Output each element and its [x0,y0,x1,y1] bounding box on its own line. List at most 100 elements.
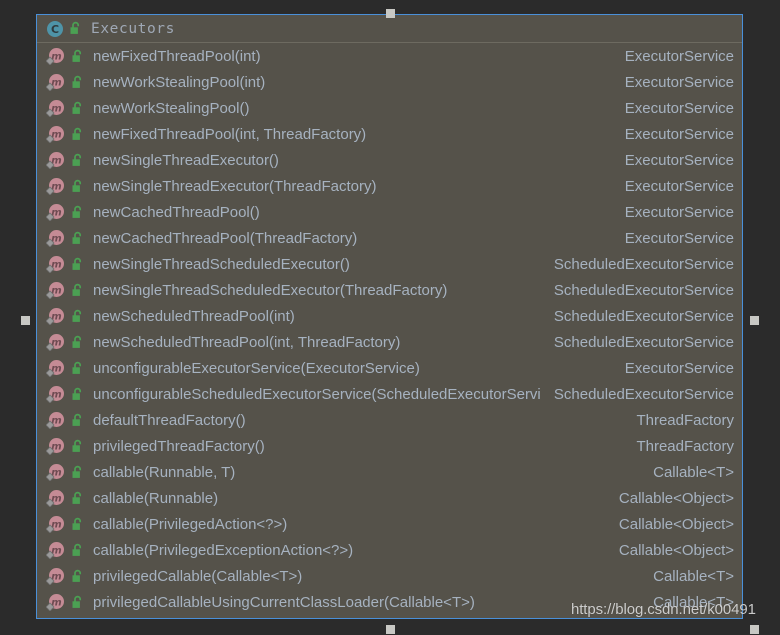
public-unlock-icon [71,49,84,64]
completion-item-type: ExecutorService [624,47,734,65]
completion-item[interactable]: m newScheduledThreadPool(int, ThreadFact… [37,329,742,355]
completion-item[interactable]: m newFixedThreadPool(int) ExecutorService [37,43,742,69]
completion-item[interactable]: m privilegedThreadFactory() ThreadFactory [37,433,742,459]
completion-item-type: ScheduledExecutorService [553,281,734,299]
completion-item[interactable]: m privilegedCallable(Callable<T>) Callabl… [37,563,742,589]
completion-item[interactable]: m newSingleThreadScheduledExecutor() Sche… [37,251,742,277]
completion-item-type: ExecutorService [624,203,734,221]
completion-item-label: newSingleThreadExecutor(ThreadFactory) [93,177,377,195]
method-icon: m [45,385,66,404]
public-unlock-icon [71,335,84,350]
public-unlock-icon [71,543,84,558]
completion-item[interactable]: m newWorkStealingPool(int) ExecutorServic… [37,69,742,95]
method-icon: m [45,411,66,430]
method-icon: m [45,229,66,248]
completion-item[interactable]: m newSingleThreadExecutor(ThreadFactory)… [37,173,742,199]
completion-item-label: newWorkStealingPool() [93,99,250,117]
method-icon: m [45,125,66,144]
completion-item[interactable]: m newSingleThreadScheduledExecutor(Threa… [37,277,742,303]
completion-item[interactable]: m unconfigurableScheduledExecutorService… [37,381,742,407]
public-unlock-icon [71,127,84,142]
method-icon: m [45,489,66,508]
popup-header-class-row[interactable]: C Executors [37,15,742,43]
completion-item[interactable]: m newFixedThreadPool(int, ThreadFactory)… [37,121,742,147]
class-c-icon: C [46,20,64,38]
completion-list[interactable]: m newFixedThreadPool(int) ExecutorService… [37,43,742,615]
completion-item[interactable]: m newCachedThreadPool() ExecutorService [37,199,742,225]
completion-item[interactable]: m callable(Runnable) Callable<Object> [37,485,742,511]
code-completion-popup[interactable]: C Executors m newFixedThreadPool(int) Exe… [36,14,743,619]
completion-item-type: ScheduledExecutorService [553,333,734,351]
public-unlock-icon [71,413,84,428]
completion-item[interactable]: m newSingleThreadExecutor() ExecutorServi… [37,147,742,173]
method-icon: m [45,281,66,300]
public-unlock-icon [71,231,84,246]
completion-item-type: Callable<T> [653,567,734,585]
completion-item-label: newCachedThreadPool() [93,203,260,221]
public-unlock-icon [71,569,84,584]
completion-item-label: defaultThreadFactory() [93,411,246,429]
completion-item-label: newScheduledThreadPool(int, ThreadFactor… [93,333,401,351]
completion-item[interactable]: m newScheduledThreadPool(int) ScheduledEx… [37,303,742,329]
completion-item-type: Callable<Object> [618,489,734,507]
public-unlock-icon [71,491,84,506]
method-icon: m [45,567,66,586]
public-unlock-icon [71,439,84,454]
completion-item-type: ExecutorService [624,151,734,169]
method-icon: m [45,255,66,274]
public-unlock-icon [69,21,82,36]
method-icon: m [45,333,66,352]
completion-item-type: ThreadFactory [636,411,734,429]
completion-item-label: newSingleThreadScheduledExecutor(ThreadF… [93,281,448,299]
completion-item-label: newFixedThreadPool(int, ThreadFactory) [93,125,367,143]
public-unlock-icon [71,465,84,480]
completion-item-label: callable(PrivilegedAction<?>) [93,515,288,533]
method-icon: m [45,73,66,92]
method-icon: m [45,47,66,66]
method-icon: m [45,463,66,482]
public-unlock-icon [71,101,84,116]
completion-item[interactable]: m newCachedThreadPool(ThreadFactory) Exec… [37,225,742,251]
completion-item-label: callable(Runnable, T) [93,463,236,481]
public-unlock-icon [71,361,84,376]
public-unlock-icon [71,75,84,90]
method-icon: m [45,593,66,612]
completion-item-type: ExecutorService [624,177,734,195]
completion-item[interactable]: m callable(Runnable, T) Callable<T> [37,459,742,485]
method-icon: m [45,359,66,378]
completion-item-type: Callable<T> [653,593,734,611]
completion-item[interactable]: m callable(PrivilegedExceptionAction<?>)… [37,537,742,563]
public-unlock-icon [71,387,84,402]
resize-handle-bottom-right[interactable] [750,625,759,634]
completion-item-type: ScheduledExecutorService [553,255,734,273]
completion-item-label: newSingleThreadScheduledExecutor() [93,255,350,273]
resize-handle-left[interactable] [21,316,30,325]
completion-item[interactable]: m defaultThreadFactory() ThreadFactory [37,407,742,433]
public-unlock-icon [71,205,84,220]
completion-item[interactable]: m callable(PrivilegedAction<?>) Callable<… [37,511,742,537]
public-unlock-icon [71,309,84,324]
method-icon: m [45,177,66,196]
completion-item-label: callable(Runnable) [93,489,219,507]
completion-item-label: privilegedThreadFactory() [93,437,265,455]
screen: C Executors m newFixedThreadPool(int) Exe… [0,0,780,635]
completion-item[interactable]: m privilegedCallableUsingCurrentClassLoa… [37,589,742,615]
completion-item-type: ExecutorService [624,359,734,377]
public-unlock-icon [71,517,84,532]
completion-item-label: unconfigurableScheduledExecutorService(S… [93,385,540,403]
public-unlock-icon [71,153,84,168]
completion-item-label: newFixedThreadPool(int) [93,47,261,65]
method-icon: m [45,99,66,118]
resize-handle-top[interactable] [386,9,395,18]
completion-item-type: ScheduledExecutorService [553,385,734,403]
resize-handle-bottom[interactable] [386,625,395,634]
method-icon: m [45,203,66,222]
completion-item-label: privilegedCallable(Callable<T>) [93,567,303,585]
resize-handle-right[interactable] [750,316,759,325]
public-unlock-icon [71,595,84,610]
completion-item[interactable]: m newWorkStealingPool() ExecutorService [37,95,742,121]
completion-item-label: newScheduledThreadPool(int) [93,307,295,325]
method-icon: m [45,307,66,326]
completion-item[interactable]: m unconfigurableExecutorService(Executor… [37,355,742,381]
public-unlock-icon [71,283,84,298]
